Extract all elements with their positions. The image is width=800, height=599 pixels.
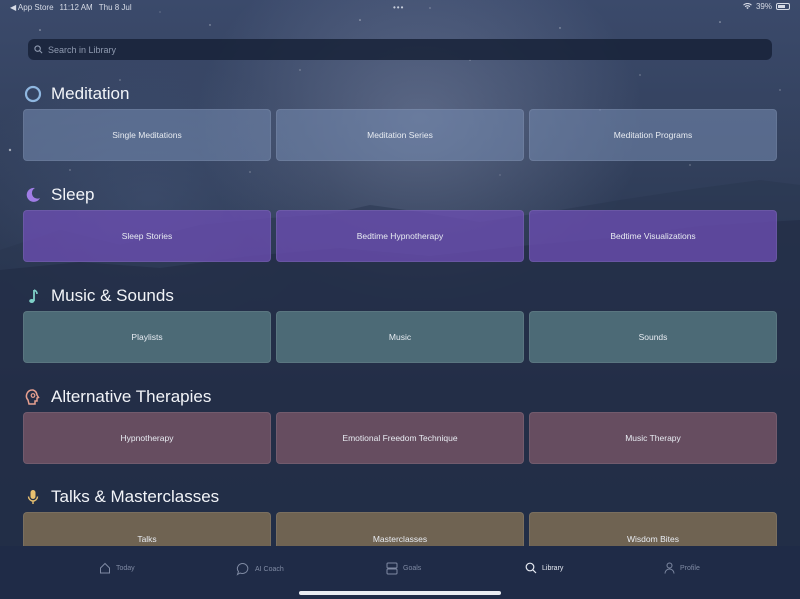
card-label: Talks: [137, 534, 157, 544]
tab-ai-coach[interactable]: AI Coach: [236, 562, 284, 576]
home-indicator[interactable]: [299, 591, 501, 595]
talks-row: Talks Masterclasses Wisdom Bites: [0, 512, 800, 546]
section-header-talks-masterclasses: Talks & Masterclasses: [24, 487, 219, 507]
card-talks[interactable]: Talks: [23, 512, 271, 546]
card-meditation-series[interactable]: Meditation Series: [276, 109, 524, 161]
moon-icon: [24, 186, 42, 204]
battery-icon: [776, 3, 790, 10]
card-label: Music: [388, 332, 412, 342]
card-bedtime-hypnotherapy[interactable]: Bedtime Hypnotherapy: [276, 210, 524, 262]
card-label: Single Meditations: [112, 130, 182, 140]
card-label: Bedtime Visualizations: [610, 231, 696, 241]
card-label: Music Therapy: [625, 433, 681, 443]
person-icon: [664, 562, 675, 574]
card-hypnotherapy[interactable]: Hypnotherapy: [23, 412, 271, 464]
card-sleep-stories[interactable]: Sleep Stories: [23, 210, 271, 262]
music-note-icon: [24, 287, 42, 305]
card-label: Emotional Freedom Technique: [342, 433, 458, 443]
status-time: 11:12 AM: [59, 2, 93, 12]
tab-label: Today: [116, 564, 135, 572]
tab-label: Goals: [403, 565, 422, 572]
card-wisdom-bites[interactable]: Wisdom Bites: [529, 512, 777, 546]
card-label: Masterclasses: [372, 534, 428, 544]
multitasking-dots-icon[interactable]: •••: [393, 3, 404, 12]
section-header-music-sounds: Music & Sounds: [24, 286, 174, 306]
card-music-therapy[interactable]: Music Therapy: [529, 412, 777, 464]
section-header-meditation: Meditation: [24, 84, 129, 104]
search-placeholder: Search in Library: [48, 44, 117, 55]
card-sounds[interactable]: Sounds: [529, 311, 777, 363]
card-music[interactable]: Music: [276, 311, 524, 363]
card-label: Meditation Programs: [613, 130, 693, 140]
back-to-app-link[interactable]: ◀ App Store: [10, 3, 54, 12]
card-label: Wisdom Bites: [627, 534, 679, 544]
card-single-meditations[interactable]: Single Meditations: [23, 109, 271, 161]
card-label: Sleep Stories: [121, 231, 173, 241]
tab-profile[interactable]: Profile: [664, 562, 700, 574]
card-masterclasses[interactable]: Masterclasses: [276, 512, 524, 546]
card-label: Playlists: [131, 332, 163, 342]
microphone-icon: [24, 488, 42, 506]
card-label: Hypnotherapy: [120, 433, 174, 443]
tab-today[interactable]: Today: [99, 562, 135, 574]
card-label: Meditation Series: [367, 130, 433, 140]
home-icon: [100, 562, 110, 574]
ring-icon: [24, 85, 42, 103]
head-icon: [24, 388, 42, 406]
section-title: Alternative Therapies: [51, 387, 212, 406]
section-title: Talks & Masterclasses: [51, 487, 220, 506]
section-title: Sleep: [51, 185, 95, 204]
tab-label: Library: [542, 564, 564, 572]
card-label: Bedtime Hypnotherapy: [356, 231, 444, 241]
status-bar: ◀ App Store 11:12 AM Thu 8 Jul ••• 39%: [0, 0, 800, 14]
section-header-sleep: Sleep: [24, 185, 94, 205]
card-bedtime-visualizations[interactable]: Bedtime Visualizations: [529, 210, 777, 262]
card-meditation-programs[interactable]: Meditation Programs: [529, 109, 777, 161]
tab-label: Profile: [680, 564, 700, 572]
tab-goals[interactable]: Goals: [386, 562, 421, 575]
section-title: Meditation: [51, 84, 130, 103]
wifi-icon: [743, 3, 752, 10]
search-input[interactable]: Search in Library: [28, 39, 772, 60]
status-date: Thu 8 Jul: [98, 2, 132, 12]
tab-library[interactable]: Library: [525, 562, 563, 574]
chat-bubble-icon: [236, 562, 249, 576]
card-playlists[interactable]: Playlists: [23, 311, 271, 363]
section-header-alternative-therapies: Alternative Therapies: [24, 387, 211, 407]
goals-icon: [386, 562, 398, 575]
section-title: Music & Sounds: [51, 286, 174, 305]
tab-label: AI Coach: [255, 565, 284, 573]
battery-percentage: 39%: [755, 2, 772, 11]
card-label: Sounds: [638, 332, 668, 342]
card-emotional-freedom-technique[interactable]: Emotional Freedom Technique: [276, 412, 524, 464]
search-icon: [34, 45, 43, 54]
search-icon: [525, 562, 537, 574]
